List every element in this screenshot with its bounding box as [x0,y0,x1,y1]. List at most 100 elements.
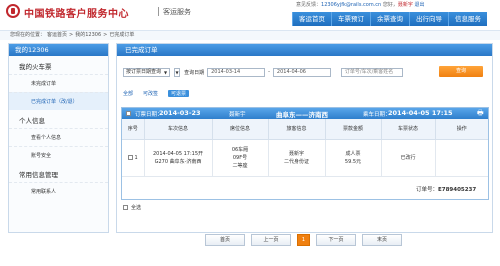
sidebar: 我的12306 我的火车票 未完成订单 已完成订单（改/退） 个人信息 查看个人… [8,43,109,233]
breadcrumb-current: 已完成订单 [109,32,135,38]
sidebar-item-contacts[interactable]: 常用联系人 [9,182,108,200]
ride-date-label: 乘车日期： [363,112,391,118]
date-type-arrow-button[interactable]: ▼ [174,67,181,77]
table-header-row: 序号 车次信息 席位信息 旅客信息 票款金额 车票状态 操作 [122,119,488,140]
query-button[interactable]: 查询 [439,66,483,77]
breadcrumb-prefix: 您现在的位置： [10,32,46,38]
seat-car: 06车厢 [231,146,249,153]
train-info-cell: 2014-04-05 17:15开 G270 曲阜东-济南西 [144,139,213,177]
nav-travel-guide[interactable]: 出行向导 [409,12,448,26]
nav-booking[interactable]: 车票预订 [331,12,370,26]
chevron-down-icon: ▼ [164,69,168,75]
filter-bar: 按订票日期查询 ▼ ▼ 查询日期 2014-03-14 - 2014-04-06 … [123,66,403,78]
book-date: 2014-03-23 [159,109,201,117]
row-index-cell: 1 [122,139,145,177]
col-index: 序号 [122,119,145,140]
order-filter-tabs: 全部 可改签 可退票 [123,89,199,98]
row-index: 1 [134,154,138,161]
nav-remaining-tickets[interactable]: 余票查询 [370,12,409,26]
seat-number: 09F号 [232,154,248,161]
railway-logo-icon[interactable] [6,4,20,18]
breadcrumb-my12306[interactable]: 我的12306 [75,32,101,38]
sidebar-group-tickets: 我的火车票 [19,63,52,71]
ticket-checkbox[interactable] [127,154,133,160]
logo-divider [158,7,159,16]
col-passenger: 旅客信息 [268,119,326,140]
date-from-input[interactable]: 2014-03-14 [207,67,266,77]
order-checkbox[interactable] [126,111,131,116]
select-all-label[interactable]: 全选 [131,204,141,211]
tab-refundable[interactable]: 可退票 [168,90,190,97]
breadcrumb: 您现在的位置： 客运首页 > 我的12306 > 已完成订单 [10,31,136,38]
keyword-search-input[interactable]: 订单号/车次/乘客姓名 [340,67,403,77]
price-cell: 成人票 59.5元 [325,139,382,177]
tab-changeable[interactable]: 可改签 [143,90,158,97]
sidebar-item-unfinished-orders[interactable]: 未完成订单 [9,74,108,92]
top-links: 意见反馈：12306yjfk@rails.com.cn 您好，聂新宇 退出 [296,1,424,8]
order-card: 订票日期： 2014-03-23 聂新宇 曲阜东——济南西 乘车日期： 2014… [121,107,489,200]
seat-info-cell: 06车厢 09F号 二等座 [212,139,269,177]
breadcrumb-sep: > [69,32,74,38]
order-number-label: 订单号： [416,187,439,193]
col-price: 票款金额 [325,119,382,140]
sidebar-group-common-info: 常用信息管理 [19,171,58,179]
passenger-info-cell: 聂新宇 二代身份证 [268,139,326,177]
page-1-button[interactable]: 1 [297,234,310,246]
site-header: 中国铁路客户服务中心 客运服务 意见反馈：12306yjfk@rails.com… [0,0,500,30]
main-nav: 客运首页 车票预订 余票查询 出行向导 信息服务 [292,12,487,26]
date-type-value: 按订票日期查询 [126,68,162,75]
panel-title: 已完成订单 [117,44,492,56]
col-status: 车票状态 [381,119,436,140]
ticket-type: 成人票 [345,150,361,157]
select-all: 全选 [123,204,141,211]
ticket-price: 59.5元 [344,158,362,165]
sidebar-item-finished-orders[interactable]: 已完成订单（改/退） [9,92,108,110]
order-number-value: E789405237 [438,187,477,193]
order-passenger: 聂新宇 [229,112,246,118]
site-logo-text[interactable]: 中国铁路客户服务中心 [24,5,129,20]
date-to-input[interactable]: 2014-04-06 [272,67,331,77]
order-table: 序号 车次信息 席位信息 旅客信息 票款金额 车票状态 操作 1 2014-04… [122,119,488,177]
feedback-email-link[interactable]: 12306yjfk@rails.com.cn [321,2,381,8]
logout-link[interactable]: 退出 [414,2,424,8]
ticket-status: 已改行 [400,154,416,161]
date-range-dash: - [268,69,270,75]
sidebar-item-account-security[interactable]: 账号安全 [9,146,108,164]
col-seat: 席位信息 [212,119,269,140]
select-all-checkbox[interactable] [123,205,128,210]
order-route: 曲阜东——济南西 [276,111,328,119]
order-header: 订票日期： 2014-03-23 聂新宇 曲阜东——济南西 乘车日期： 2014… [122,108,488,119]
breadcrumb-sep: > [103,32,108,38]
pagination: 首页 上一页 1 下一页 末页 [205,233,408,247]
prev-page-button[interactable]: 上一页 [251,234,291,246]
date-label: 查询日期 [184,69,205,76]
seat-class: 二等座 [232,162,248,169]
sidebar-title[interactable]: 我的12306 [9,44,108,56]
passenger-name: 聂新宇 [288,150,304,157]
date-type-select[interactable]: 按订票日期查询 ▼ [123,67,171,77]
table-row: 1 2014-04-05 17:15开 G270 曲阜东-济南西 06车厢 09… [122,139,488,177]
chevron-down-icon: ▼ [175,69,179,75]
passenger-id-type: 二代身份证 [283,158,309,165]
breadcrumb-home[interactable]: 客运首页 [47,32,67,38]
nav-info-service[interactable]: 信息服务 [448,12,487,26]
tab-all[interactable]: 全部 [123,90,133,97]
sidebar-group-personal: 个人信息 [19,117,45,125]
col-action: 操作 [435,119,488,140]
train-number-route: G270 曲阜东-济南西 [154,158,202,165]
train-depart: 2014-04-05 17:15开 [152,150,204,157]
feedback-label: 意见反馈： [296,2,322,8]
ride-date: 2014-04-05 17:15 [388,109,453,117]
first-page-button[interactable]: 首页 [205,234,245,246]
nav-home[interactable]: 客运首页 [292,12,331,26]
greeting-label: 您好， [382,2,398,8]
status-cell: 已改行 [381,139,436,177]
action-cell [435,139,488,177]
user-name-link[interactable]: 聂新宇 [398,2,413,8]
next-page-button[interactable]: 下一页 [316,234,356,246]
orders-panel: 已完成订单 按订票日期查询 ▼ ▼ 查询日期 2014-03-14 - 2014-… [116,43,493,233]
last-page-button[interactable]: 末页 [362,234,402,246]
col-train: 车次信息 [144,119,213,140]
sidebar-item-view-profile[interactable]: 查看个人信息 [9,128,108,146]
order-number: 订单号：E789405237 [416,185,476,193]
